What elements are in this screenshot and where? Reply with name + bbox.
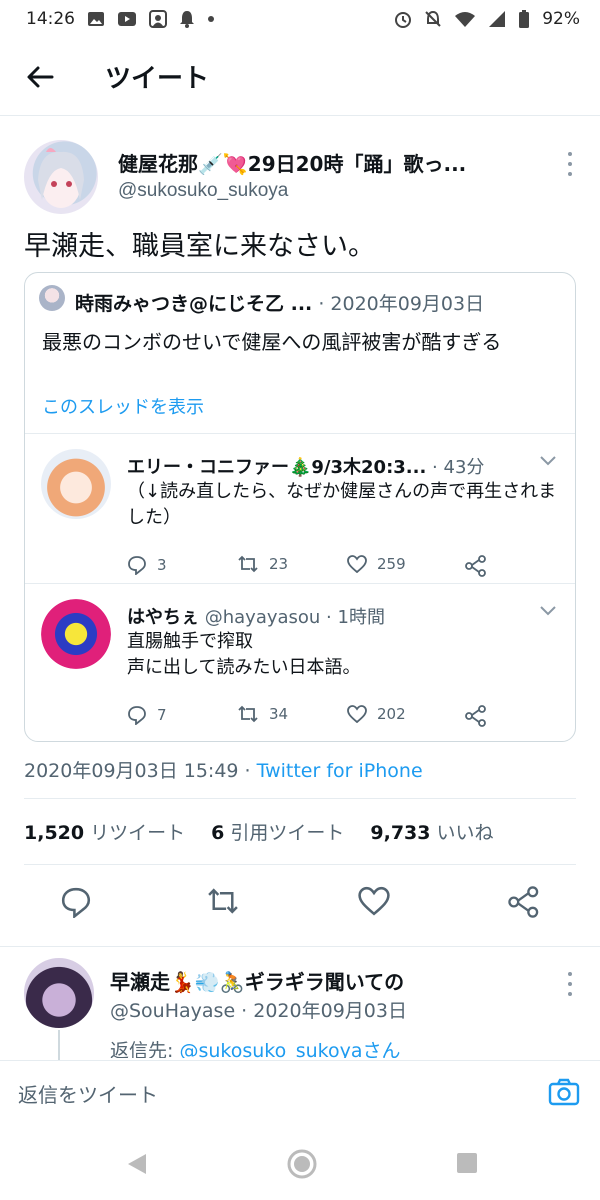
author-name[interactable]: 健屋花那💉💘29日20時「踊」歌っ... [118,148,466,177]
replying-to-link[interactable]: @sukosuko_sukoyaさん [179,1040,400,1058]
replying-to: 返信先: @sukosuko_sukoyaさん [110,1036,401,1058]
quotes-stat[interactable]: 6 引用ツイート [211,818,344,845]
quoted-tweet-header: 時雨みゃつき@にじそ乙 ... · 2020年09月03日 [75,289,484,316]
retweet-icon[interactable] [206,886,240,916]
reply-avatar[interactable] [41,599,111,669]
reply-tweet-avatar[interactable] [24,958,94,1028]
nav-back-icon[interactable] [126,1152,148,1176]
tweet-date: 2020年09月03日 15:49 · [24,760,257,782]
reply-input[interactable]: 返信をツイート [18,1079,158,1108]
mute-icon [425,10,441,27]
status-time: 14:26 [26,9,75,29]
conversation-reply[interactable]: エリー・コニファー🎄9/3木20:3... · 43分 （↓読み直したら、なぜか… [25,433,575,583]
reply-meta: @hayayasou · 1時間 [199,607,385,628]
like-button[interactable]: 202 [347,705,406,723]
divider [24,864,576,865]
reply-text: 直腸触手で搾取 声に出して読みたい日本語。 [127,631,361,678]
reply-tweet-author-name[interactable]: 早瀬走💃💨🚴ギラギラ聞いての [110,966,404,995]
retweet-icon [238,555,258,573]
conversation-reply[interactable]: はやちぇ @hayayasou · 1時間 直腸触手で搾取 声に出して読みたい日… [25,583,575,733]
retweet-count: 23 [269,555,289,573]
like-button[interactable]: 259 [347,555,406,573]
system-nav-bar [0,1126,600,1200]
reply-compose-bar: 返信をツイート [0,1060,600,1126]
retweet-button[interactable]: 34 [237,705,288,723]
app-icon [149,10,167,28]
reply-header: エリー・コニファー🎄9/3木20:3... · 43分 [127,453,484,479]
reply-button[interactable]: 7 [127,705,167,725]
camera-icon[interactable] [548,1077,580,1107]
tweet-source-link[interactable]: Twitter for iPhone [257,760,423,782]
chevron-down-icon[interactable] [539,455,557,467]
like-icon[interactable] [358,886,390,916]
divider [24,798,576,799]
chevron-down-icon[interactable] [539,605,557,617]
reply-header: はやちぇ @hayayasou · 1時間 [127,603,385,629]
back-button[interactable] [0,38,80,116]
alarm-icon [395,12,412,28]
reply-actions: 7 34 202 [127,705,547,729]
show-thread-link[interactable]: このスレッドを表示 [42,393,204,419]
thread-line [58,1030,60,1060]
wifi-icon [455,12,476,27]
nav-home-icon[interactable] [286,1148,318,1180]
retweet-count: 34 [269,705,289,723]
reply-avatar[interactable] [41,449,111,519]
tweet-text: 早瀬走、職員室に来なさい。 [24,231,375,262]
share-icon [465,705,486,727]
status-bar: 14:26 92% [0,0,600,38]
quoted-tweet-card[interactable]: 時雨みゃつき@にじそ乙 ... · 2020年09月03日 最悪のコンボのせいで… [24,272,576,742]
quoted-author-avatar [39,285,65,311]
share-button[interactable] [465,705,487,727]
quoted-author-name: 時雨みゃつき@にじそ乙 ... [75,293,313,315]
battery-percent: 92% [542,9,580,29]
retweet-button[interactable]: 23 [237,555,288,573]
share-button[interactable] [465,555,487,577]
reply-icon[interactable] [60,886,92,918]
replying-to-label: 返信先: [110,1040,180,1058]
reply-button[interactable]: 3 [127,555,167,575]
reply-icon [128,556,146,575]
heart-icon [347,705,367,723]
quoted-tweet-meta: · 2020年09月03日 [312,293,485,315]
author-avatar[interactable] [24,140,98,214]
signal-icon [489,11,506,27]
reply-author-name: エリー・コニファー🎄9/3木20:3... [127,457,427,478]
reply-tweet-handle: @SouHayase · 2020年09月03日 [110,1000,407,1022]
likes-stat[interactable]: 9,733 いいね [370,818,493,845]
tweet-actions [24,880,576,924]
reply-meta: · 43分 [426,457,485,478]
bell-icon [180,11,194,28]
more-options-button[interactable] [560,152,580,176]
reply-icon [128,706,146,725]
author-handle[interactable]: @sukosuko_sukoya [118,180,288,202]
character-avatar-image [38,148,84,208]
reply-count: 3 [157,556,167,574]
reply-author-name: はやちぇ [127,607,199,628]
page-title: ツイート [105,64,210,94]
more-options-button[interactable] [560,972,580,996]
reply-actions: 3 23 259 [127,555,547,579]
like-count: 259 [377,555,406,573]
nav-recents-icon[interactable] [456,1152,478,1174]
quoted-tweet-text: 最悪のコンボのせいで健屋への風評被害が酷すぎる [42,330,502,354]
app-header: ツイート [0,38,600,116]
tweet-timestamp: 2020年09月03日 15:49 · Twitter for iPhone [24,756,423,783]
dot-icon [208,16,214,22]
retweet-icon [238,705,258,723]
tweet-stats: 1,520 リツイート 6 引用ツイート 9,733 いいね [24,818,494,845]
reply-text: （↓読み直したら、なぜか健屋さんの声で再生されました） [127,481,557,528]
retweets-stat[interactable]: 1,520 リツイート [24,818,185,845]
reply-count: 7 [157,706,167,724]
heart-icon [347,555,367,573]
share-icon[interactable] [508,886,540,918]
share-icon [465,555,486,577]
youtube-icon [118,12,136,26]
like-count: 202 [377,705,406,723]
image-icon [88,12,104,26]
arrow-left-icon [27,66,54,87]
divider [0,946,600,947]
battery-icon [519,10,530,28]
